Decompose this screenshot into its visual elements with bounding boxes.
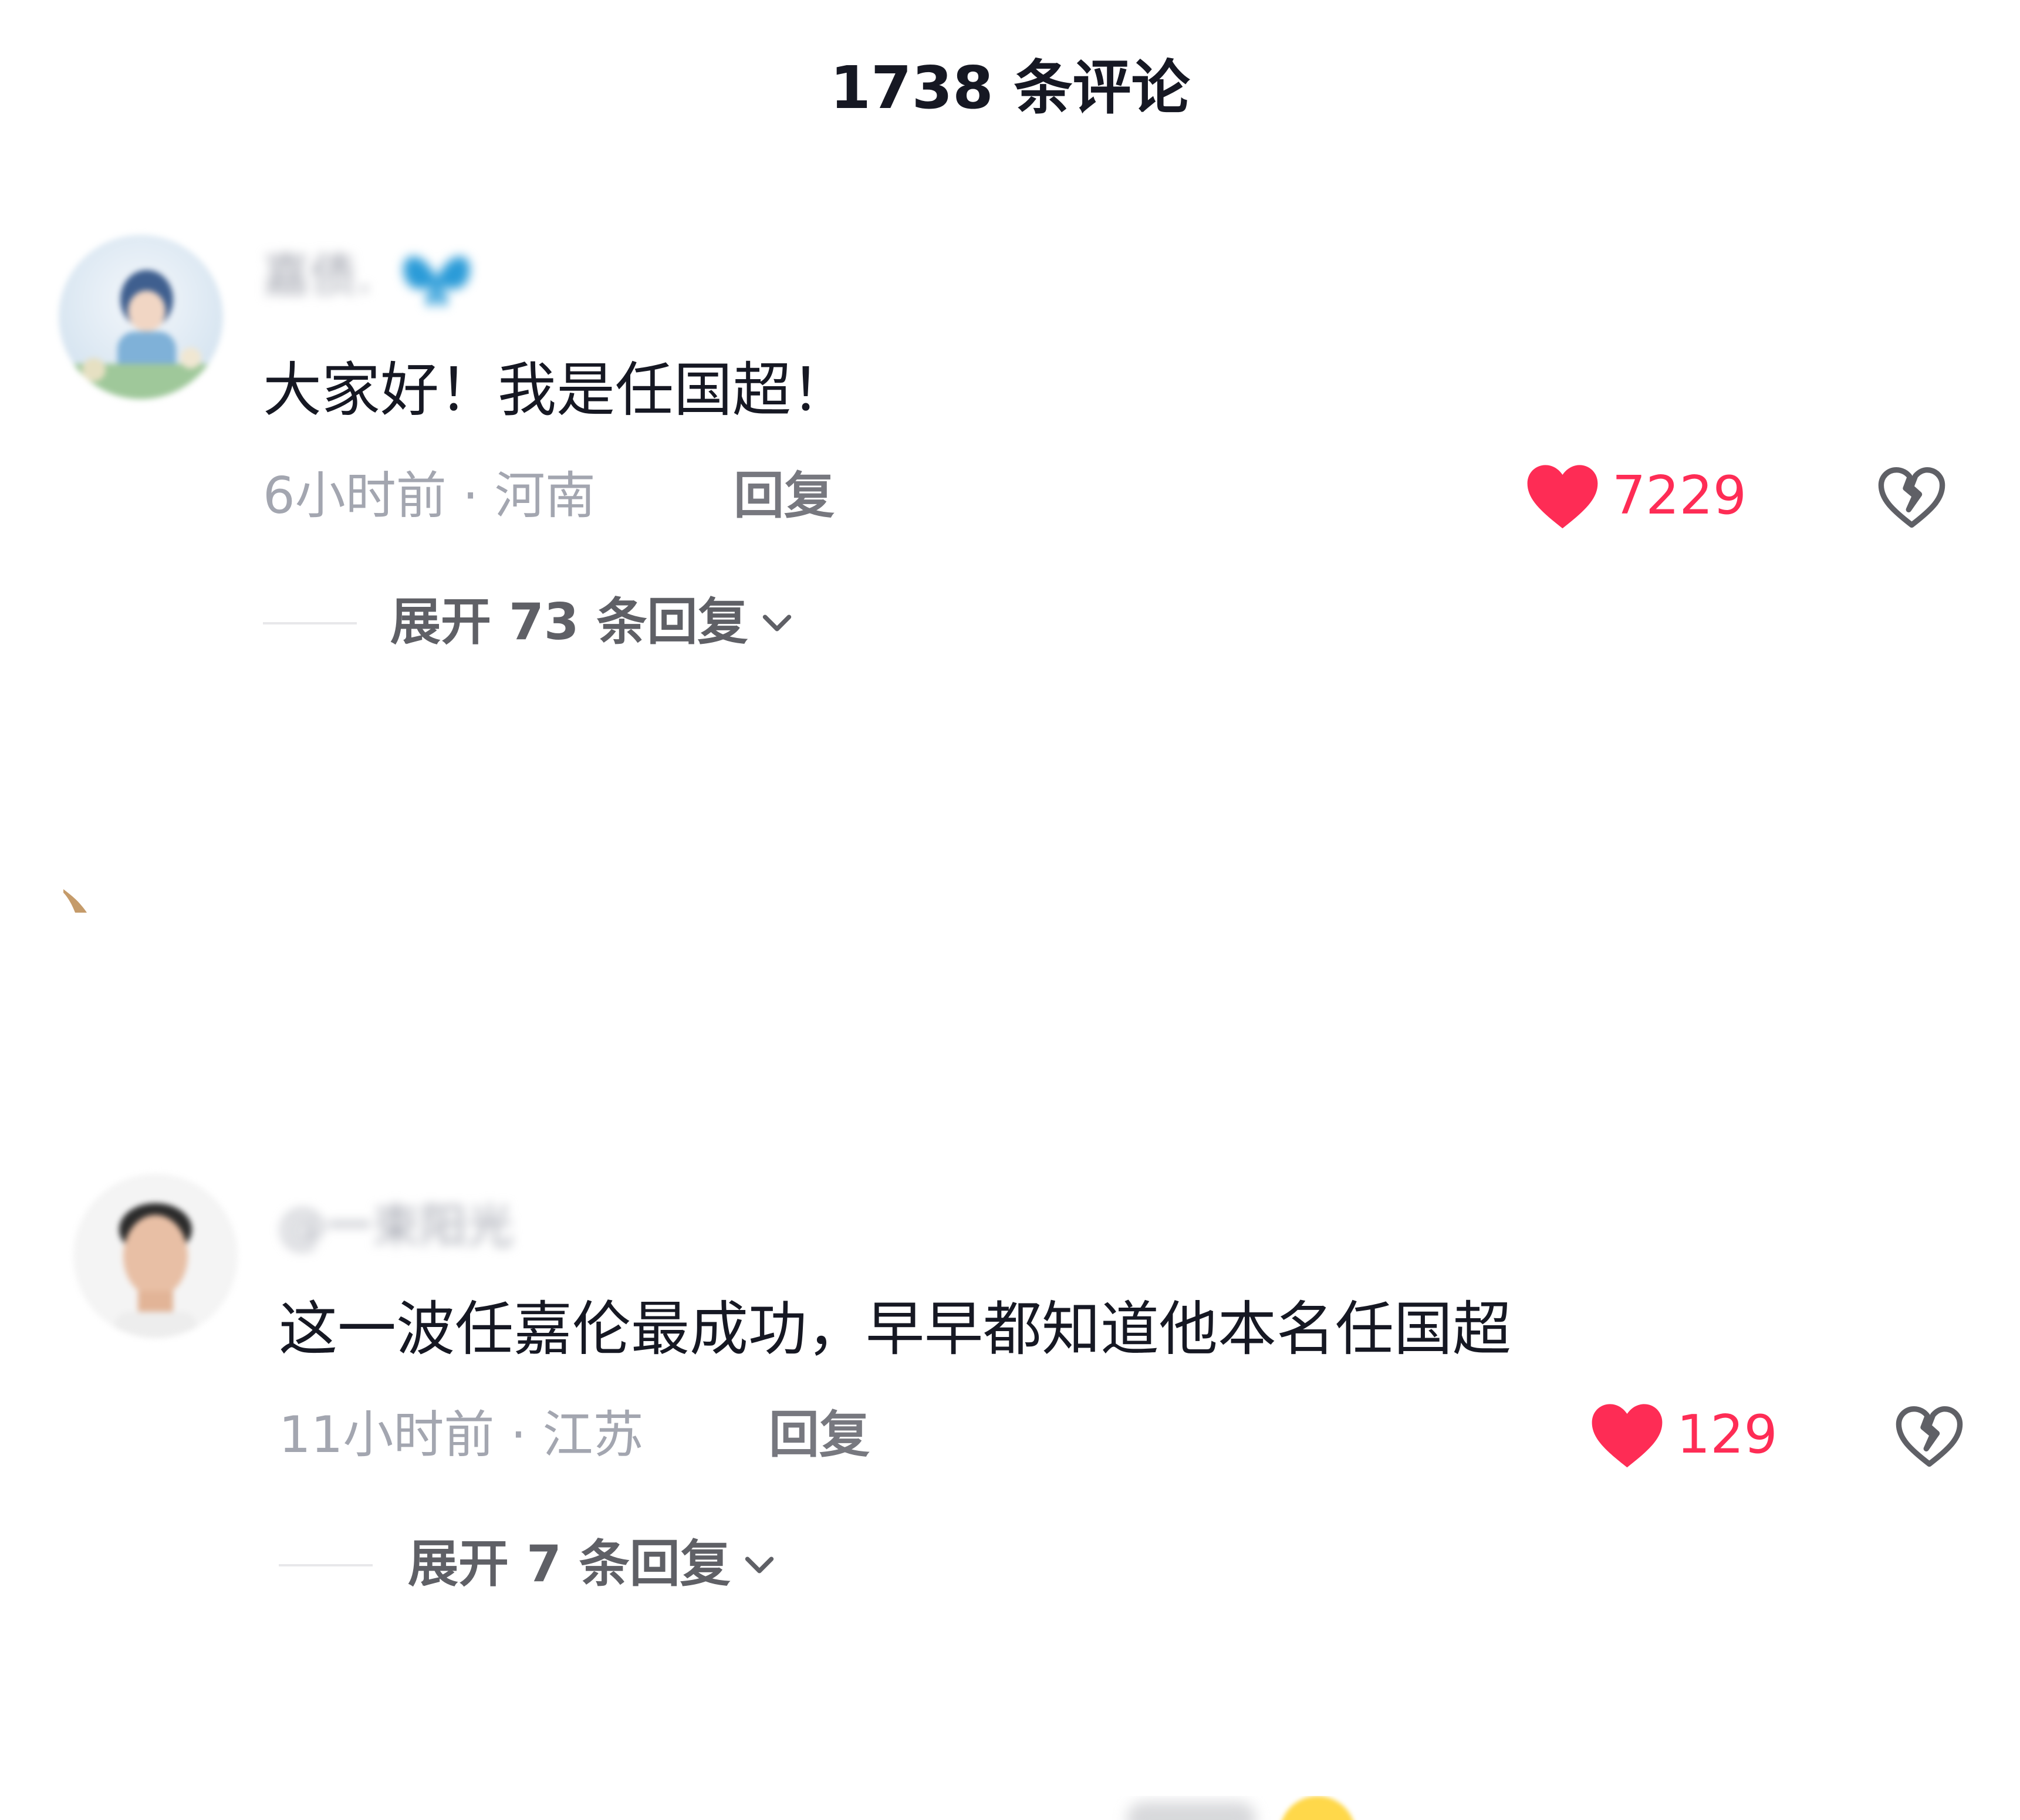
expand-replies-row: 展开 73 条回复	[0, 590, 2020, 654]
expand-replies-button[interactable]: 展开 7 条回复	[408, 1532, 780, 1596]
decorative-mark	[63, 889, 87, 913]
reply-button[interactable]: 回复	[769, 1403, 870, 1467]
comment-time-location: 11小时前 · 江苏	[279, 1406, 644, 1464]
like-button[interactable]: 7229	[1526, 464, 1747, 528]
divider	[279, 1564, 373, 1566]
like-count: 7229	[1612, 465, 1747, 526]
comment-meta-row: 6小时前 · 河南 回复 7229	[0, 464, 2020, 528]
reply-button[interactable]: 回复	[734, 464, 835, 528]
blurred-username	[1127, 1802, 1256, 1820]
broken-heart-icon[interactable]	[1893, 1400, 1966, 1473]
divider	[263, 622, 357, 624]
broken-heart-icon[interactable]	[1875, 461, 1948, 534]
avatar[interactable]	[59, 235, 223, 399]
like-count: 129	[1677, 1404, 1778, 1466]
expand-replies-button[interactable]: 展开 73 条回复	[390, 590, 798, 654]
comment-item: 嘉债. 大家好！我是任国超！ 6小时前 · 河南 回复 7229 展开 73 条…	[0, 235, 2020, 669]
expand-replies-label: 展开 73 条回复	[390, 593, 748, 651]
chevron-down-icon	[762, 614, 791, 632]
comments-panel: 1738 条评论 嘉债. 大家好！我是任国超！ 6小时前 · 河南 回复 722…	[0, 0, 2020, 1820]
comments-count-title: 1738 条评论	[830, 53, 1190, 122]
like-button[interactable]: 129	[1590, 1403, 1778, 1467]
comment-time-location: 6小时前 · 河南	[263, 467, 596, 525]
comment-meta-row: 11小时前 · 江苏 回复 129	[0, 1403, 2020, 1467]
username-text: 嘉债.	[263, 248, 372, 303]
comment-text: 这一波任嘉伦最成功，早早都知道他本名任国超	[279, 1295, 1511, 1363]
expand-replies-label: 展开 7 条回复	[408, 1535, 731, 1593]
emoji-icon	[1279, 1796, 1356, 1820]
next-comment-partial	[1056, 1796, 1408, 1820]
heart-icon	[1592, 1403, 1663, 1467]
avatar[interactable]	[73, 1174, 238, 1338]
username[interactable]: 嘉债.	[263, 247, 475, 311]
heart-icon	[1527, 464, 1598, 528]
username[interactable]: @一束阳光	[279, 1197, 514, 1256]
butterfly-icon	[403, 256, 470, 306]
comment-item: @一束阳光 这一波任嘉伦最成功，早早都知道他本名任国超 11小时前 · 江苏 回…	[0, 1174, 2020, 1643]
comment-text: 大家好！我是任国超！	[263, 356, 850, 424]
chevron-down-icon	[745, 1556, 773, 1573]
expand-replies-row: 展开 7 条回复	[0, 1532, 2020, 1596]
